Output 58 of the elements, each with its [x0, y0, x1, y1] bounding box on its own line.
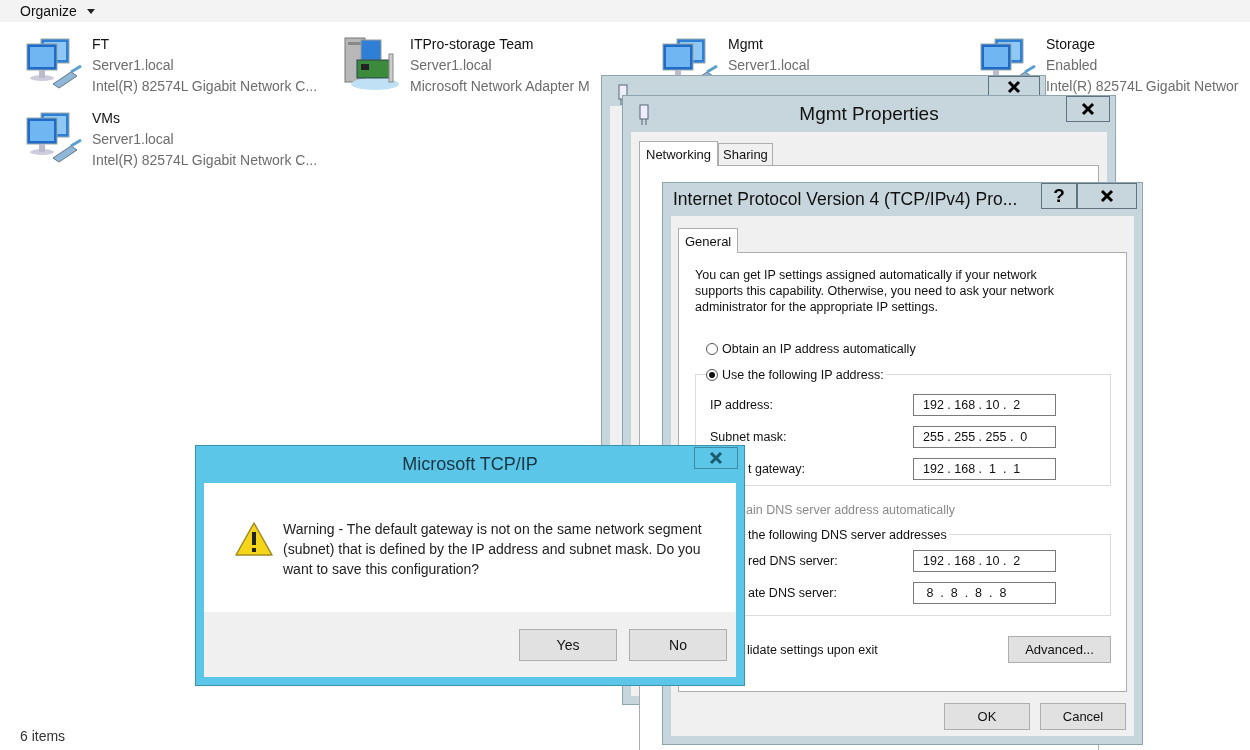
- adapter-status: Server1.local: [92, 56, 175, 75]
- adapter-status: Enabled: [1046, 56, 1099, 75]
- ip-address-field[interactable]: 8 . 8 . 8 . 8: [913, 582, 1056, 604]
- ip-address-field[interactable]: 192 . 168 . 10 . 2: [913, 550, 1056, 572]
- plug-icon: [639, 104, 649, 126]
- window-title: Mgmt Properties: [799, 103, 939, 125]
- window-title: Internet Protocol Version 4 (TCP/IPv4) Pro...: [673, 189, 1018, 210]
- close-icon: [709, 451, 723, 465]
- adapter-status: Server1.local: [728, 56, 810, 75]
- ip-address-field[interactable]: 255 . 255 . 255 . 0: [913, 426, 1056, 448]
- adapter-device: Intel(R) 82574L Gigabit Network C...: [92, 151, 318, 170]
- radio-label: Obtain an IP address automatically: [722, 342, 916, 356]
- field-label: IP address:: [710, 398, 774, 412]
- dialog-title: Microsoft TCP/IP: [402, 454, 538, 475]
- adapter-status: Server1.local: [410, 56, 493, 75]
- adapter-name: ITPro-storage Team: [410, 35, 535, 54]
- close-icon: [1081, 102, 1095, 116]
- checkbox-label: lidate settings upon exit: [746, 642, 878, 657]
- field-label: red DNS server:: [747, 554, 839, 568]
- warning-message: Warning - The default gateway is not on the same network segment (subnet) that is defined by the IP address and subnet mask. Do you want to save this configuration?: [283, 520, 703, 579]
- adapter-name: VMs: [92, 109, 121, 128]
- item-count: 6 items: [20, 728, 66, 744]
- ip-address-field[interactable]: 192 . 168 . 1 . 1: [913, 458, 1056, 480]
- radio-label: ain DNS server address automatically: [746, 503, 957, 517]
- adapter-name: Mgmt: [728, 35, 764, 54]
- dialog-button[interactable]: No: [629, 628, 727, 661]
- adapter-status: Server1.local: [92, 130, 175, 149]
- radio-label: Use the following IP address:: [722, 368, 884, 382]
- ok-button[interactable]: OK: [944, 703, 1030, 730]
- plug-icon: [618, 84, 628, 106]
- close-icon: [1100, 189, 1114, 203]
- field-label: t gateway:: [747, 462, 806, 476]
- tab[interactable]: Networking: [639, 141, 719, 166]
- tab[interactable]: General: [678, 228, 739, 253]
- description-text: You can get IP settings assigned automatically if your network supports this capability. Otherwise, you need to ask your network administrator for the appropriate IP settings.: [695, 267, 1055, 315]
- adapter-device: Microsoft Network Adapter M: [410, 77, 590, 96]
- advanced-button[interactable]: Advanced...: [1008, 636, 1111, 663]
- caret-icon: [86, 8, 95, 14]
- organize-menu-button[interactable]: Organize: [20, 3, 95, 22]
- dialog-button[interactable]: Yes: [519, 628, 617, 661]
- field-label: Subnet mask:: [710, 430, 788, 444]
- help-button[interactable]: ?: [1041, 183, 1077, 209]
- ip-address-field[interactable]: 192 . 168 . 10 . 2: [913, 394, 1056, 416]
- tab[interactable]: Sharing: [718, 143, 773, 165]
- adapter-device: Intel(R) 82574L Gigabit Network C...: [92, 77, 318, 96]
- radio-button[interactable]: [706, 343, 718, 355]
- close-button[interactable]: [1066, 96, 1110, 122]
- adapter-name: FT: [92, 35, 111, 54]
- close-icon: [1007, 80, 1021, 94]
- server-icon[interactable]: [343, 36, 401, 92]
- field-label: ate DNS server:: [747, 586, 838, 600]
- cancel-button[interactable]: Cancel: [1040, 703, 1126, 730]
- radio-label: the following DNS server addresses: [748, 528, 949, 542]
- adapter-name: Storage: [1046, 35, 1097, 54]
- radio-button[interactable]: [706, 369, 718, 381]
- close-button[interactable]: [1077, 183, 1137, 209]
- warning-icon: [234, 521, 274, 557]
- adapter-device: Intel(R) 82574L Gigabit Networ: [1046, 77, 1239, 96]
